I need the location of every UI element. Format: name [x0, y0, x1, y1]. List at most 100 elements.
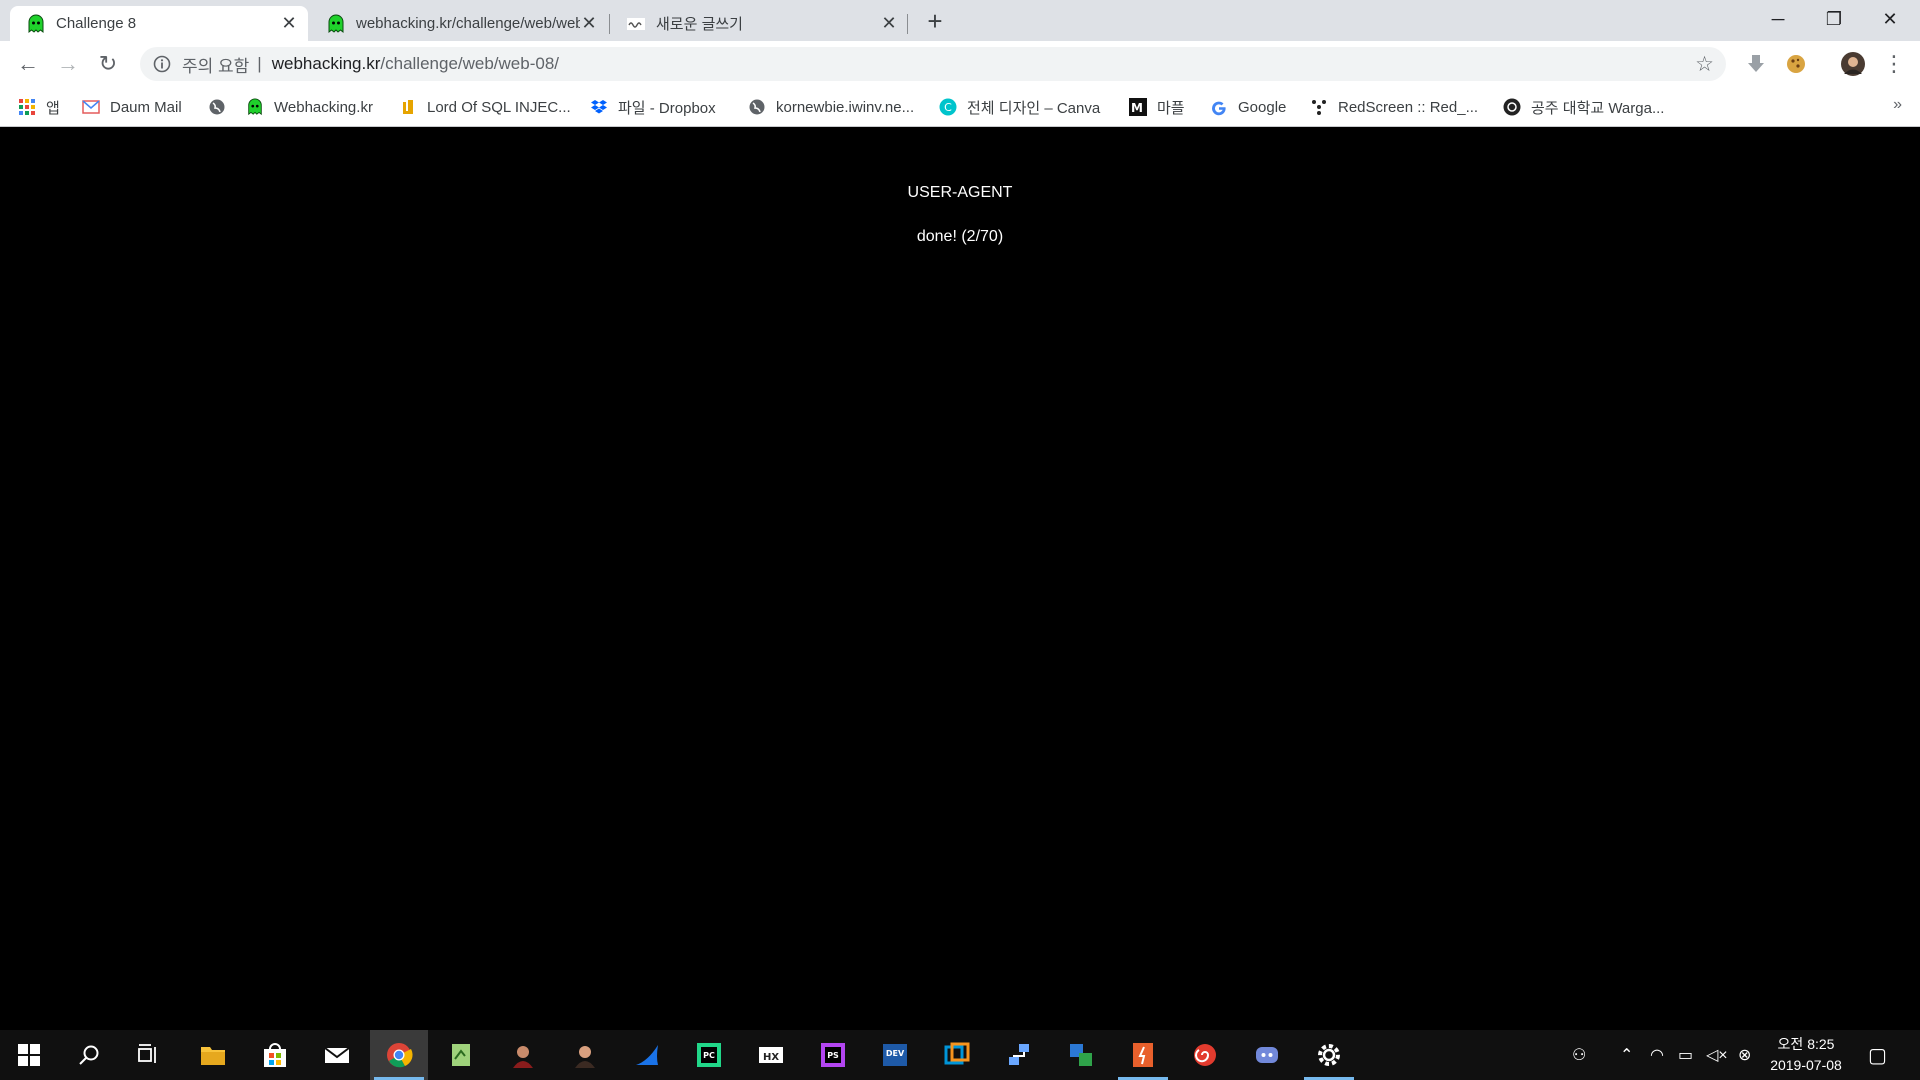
- bookmark-daum-mail[interactable]: Daum Mail: [82, 96, 182, 118]
- pycharm-icon: PC: [697, 1043, 721, 1067]
- avatar[interactable]: [1840, 51, 1866, 77]
- bookmark-label: kornewbie.iwinv.ne...: [776, 98, 915, 116]
- wifi-icon[interactable]: ◠: [1650, 1045, 1664, 1065]
- security-label: 주의 요함: [182, 56, 250, 76]
- close-icon[interactable]: ✕: [880, 13, 898, 34]
- bookmark-marpple[interactable]: M 마플: [1129, 96, 1185, 118]
- close-window-button[interactable]: ✕: [1862, 0, 1918, 40]
- bookmark-label: 마플: [1157, 99, 1185, 117]
- taskbar-settings[interactable]: [1300, 1030, 1358, 1080]
- taskbar-virtualbox[interactable]: [928, 1030, 986, 1080]
- google-icon: [1210, 98, 1228, 116]
- notification-blocked-icon[interactable]: ⊗: [1738, 1045, 1751, 1065]
- taskbar-notepad-app[interactable]: [432, 1030, 490, 1080]
- taskbar-file-explorer[interactable]: [184, 1030, 242, 1080]
- taskbar-wireshark[interactable]: [618, 1030, 676, 1080]
- cookie-extension-icon[interactable]: [1783, 51, 1809, 77]
- search-button[interactable]: [60, 1030, 118, 1080]
- apps-grid-icon: [18, 98, 36, 116]
- close-icon[interactable]: ✕: [280, 13, 298, 34]
- bookmark-kornewbie[interactable]: kornewbie.iwinv.ne...: [748, 96, 914, 118]
- discord-icon: [1256, 1047, 1278, 1063]
- star-icon[interactable]: ☆: [1695, 52, 1714, 77]
- taskbar-office-app[interactable]: [1052, 1030, 1110, 1080]
- store-icon: [264, 1043, 286, 1067]
- globe-icon: [748, 98, 766, 116]
- toolbar: ← → ↻ 주의 요함 | webhacking.kr/challenge/we…: [0, 41, 1920, 87]
- tab-challenge-8[interactable]: Challenge 8 ✕: [10, 6, 308, 41]
- bookmark-apps[interactable]: 앱: [18, 96, 60, 118]
- notepad-icon: [452, 1044, 470, 1066]
- taskbar-photo-app-2[interactable]: [556, 1030, 614, 1080]
- new-tab-button[interactable]: +: [920, 6, 950, 36]
- bookmark-google[interactable]: Google: [1210, 96, 1286, 118]
- svg-text:C: C: [944, 101, 952, 114]
- taskbar-discord[interactable]: [1238, 1030, 1296, 1080]
- phpstorm-icon: PS: [821, 1043, 845, 1067]
- svg-text:HX: HX: [763, 1052, 779, 1063]
- tab-title: Challenge 8: [56, 15, 137, 32]
- tab-new-post[interactable]: 새로운 글쓰기 ✕: [610, 6, 908, 41]
- people-icon[interactable]: ⚇: [1572, 1045, 1586, 1065]
- url-separator: |: [257, 54, 262, 73]
- gear-icon: [1318, 1044, 1340, 1066]
- taskbar-hex-editor[interactable]: HX: [742, 1030, 800, 1080]
- ghost-icon: [28, 14, 44, 33]
- taskbar-burp-suite[interactable]: [1114, 1030, 1172, 1080]
- close-icon[interactable]: ✕: [580, 13, 598, 34]
- bookmark-canva[interactable]: C 전체 디자인 – Canva: [939, 96, 1100, 118]
- address-bar[interactable]: 주의 요함 | webhacking.kr/challenge/web/web-…: [140, 47, 1726, 81]
- mail-icon: [82, 98, 100, 116]
- system-clock[interactable]: 오전 8:25 2019-07-08: [1760, 1034, 1852, 1076]
- redscreen-icon: [1310, 98, 1328, 116]
- taskbar-pycharm[interactable]: PC: [680, 1030, 738, 1080]
- bookmark-label: Google: [1238, 98, 1287, 116]
- hex-editor-icon: HX: [759, 1047, 783, 1063]
- taskbar-swirl-app[interactable]: [1176, 1030, 1234, 1080]
- bookmark-label: Webhacking.kr: [274, 98, 373, 116]
- bookmark-label: 앱: [46, 99, 60, 117]
- bookmark-redscreen[interactable]: RedScreen :: Red_...: [1310, 96, 1478, 118]
- task-view-button[interactable]: [120, 1030, 178, 1080]
- taskbar-dev-cpp[interactable]: DEV: [866, 1030, 924, 1080]
- bookmark-dropbox[interactable]: 파일 - Dropbox: [590, 96, 716, 118]
- blog-icon: [627, 17, 645, 30]
- battery-icon[interactable]: ▭: [1678, 1045, 1693, 1065]
- taskbar-mail[interactable]: [308, 1030, 366, 1080]
- chevron-up-icon[interactable]: ⌃: [1620, 1045, 1633, 1065]
- taskbar-chrome[interactable]: [370, 1030, 428, 1080]
- action-center-icon[interactable]: ▢: [1868, 1043, 1887, 1068]
- bookmark-webhacking[interactable]: Webhacking.kr: [246, 96, 373, 118]
- taskbar-photo-app-1[interactable]: [494, 1030, 552, 1080]
- network-icon: [1009, 1044, 1029, 1065]
- taskbar-network-tool[interactable]: [990, 1030, 1048, 1080]
- bookmark-label: 공주 대학교 Warga...: [1531, 99, 1665, 117]
- bookmark-lord-of-sqli[interactable]: Lord Of SQL INJEC...: [399, 96, 571, 118]
- info-icon[interactable]: [152, 54, 172, 74]
- taskbar-phpstorm[interactable]: PS: [804, 1030, 862, 1080]
- start-button[interactable]: [0, 1030, 58, 1080]
- dropbox-icon: [590, 98, 608, 116]
- bookmarks-bar: 앱 Daum Mail Webhacking.kr Lord Of SQL IN…: [0, 87, 1920, 127]
- taskbar-store[interactable]: [246, 1030, 304, 1080]
- bookmarks-overflow-button[interactable]: »: [1893, 96, 1902, 114]
- reload-button[interactable]: ↻: [92, 48, 124, 80]
- forward-button[interactable]: →: [52, 48, 84, 80]
- download-extension-icon[interactable]: [1743, 51, 1769, 77]
- bookmark-label: 전체 디자인 – Canva: [967, 99, 1101, 117]
- status-message: done! (2/70): [916, 228, 1004, 245]
- volume-muted-icon[interactable]: ◁×: [1706, 1045, 1728, 1065]
- dev-cpp-icon: DEV: [883, 1044, 907, 1066]
- burp-icon: [1133, 1043, 1153, 1067]
- restore-button[interactable]: ❐: [1806, 0, 1862, 40]
- canva-icon: C: [939, 98, 957, 116]
- bookmark-label: 파일 - Dropbox: [618, 99, 716, 117]
- menu-button[interactable]: ⋮: [1878, 48, 1910, 80]
- bookmark-kongju-wargame[interactable]: 공주 대학교 Warga...: [1503, 96, 1664, 118]
- tab-web-08[interactable]: webhacking.kr/challenge/web/web-08/ ✕: [310, 6, 608, 41]
- challenge-heading: USER-AGENT: [907, 184, 1013, 201]
- search-icon: [79, 1045, 99, 1065]
- back-button[interactable]: ←: [12, 48, 44, 80]
- bookmark-globe[interactable]: [208, 96, 236, 118]
- minimize-button[interactable]: ─: [1750, 0, 1806, 40]
